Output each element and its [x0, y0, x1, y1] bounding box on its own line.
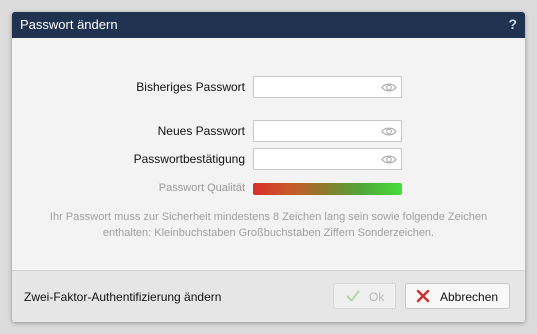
current-password-input[interactable] — [256, 78, 380, 96]
new-password-row: Neues Passwort — [12, 120, 525, 144]
new-password-input[interactable] — [256, 122, 380, 140]
eye-icon[interactable] — [381, 154, 397, 165]
x-icon — [416, 289, 430, 303]
new-password-field[interactable] — [253, 120, 402, 142]
dialog-titlebar: Passwort ändern ? — [12, 12, 525, 38]
ok-button-label: Ok — [369, 290, 385, 304]
dialog-footer: Zwei-Faktor-Authentifizierung ändern Ok … — [12, 270, 525, 322]
change-password-dialog: Passwort ändern ? Bisheriges Passwort Ne… — [12, 12, 525, 322]
confirm-password-row: Passwortbestätigung — [12, 148, 525, 172]
two-factor-auth-link[interactable]: Zwei-Faktor-Authentifizierung ändern — [24, 290, 221, 304]
ok-button[interactable]: Ok — [333, 283, 396, 309]
eye-icon[interactable] — [381, 82, 397, 93]
confirm-password-label: Passwortbestätigung — [133, 152, 245, 166]
password-requirements-hint: Ihr Passwort muss zur Sicherheit mindest… — [49, 211, 488, 239]
current-password-field[interactable] — [253, 76, 402, 98]
help-icon[interactable]: ? — [508, 16, 517, 32]
password-quality-label: Passwort Qualität — [158, 182, 245, 194]
dialog-body: Bisheriges Passwort Neues Passwort Passw — [12, 38, 525, 270]
confirm-password-field[interactable] — [253, 148, 402, 170]
new-password-label: Neues Passwort — [157, 124, 245, 138]
current-password-label: Bisheriges Passwort — [136, 80, 245, 94]
confirm-password-input[interactable] — [256, 150, 380, 168]
current-password-row: Bisheriges Passwort — [12, 76, 525, 100]
dialog-title: Passwort ändern — [20, 17, 118, 32]
cancel-button[interactable]: Abbrechen — [405, 283, 510, 309]
cancel-button-label: Abbrechen — [440, 290, 499, 304]
check-icon — [346, 290, 360, 302]
password-quality-bar — [253, 183, 402, 195]
eye-icon[interactable] — [381, 126, 397, 137]
password-quality-row: Passwort Qualität — [12, 181, 525, 197]
